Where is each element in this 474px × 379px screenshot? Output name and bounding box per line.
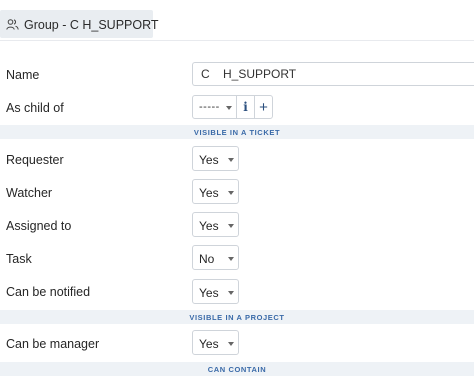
section-visible-in-project: VISIBLE IN A PROJECT	[0, 310, 474, 324]
section-visible-in-ticket: VISIBLE IN A TICKET	[0, 125, 474, 139]
can-be-manager-select[interactable]: Yes	[192, 330, 239, 355]
requester-select[interactable]: Yes	[192, 146, 239, 171]
section-title: VISIBLE IN A PROJECT	[189, 312, 285, 322]
requester-label: Requester	[6, 153, 64, 167]
tab-title: Group - C H_SUPPORT	[24, 18, 159, 32]
select-value: Yes	[199, 219, 219, 233]
header-divider	[0, 40, 474, 41]
can-be-notified-select[interactable]: Yes	[192, 279, 239, 304]
chevron-down-icon	[228, 224, 234, 228]
section-title: VISIBLE IN A TICKET	[193, 127, 281, 137]
can-be-notified-label: Can be notified	[6, 285, 91, 299]
assigned-to-select[interactable]: Yes	[192, 212, 239, 237]
info-icon: i	[243, 100, 248, 114]
watcher-label: Watcher	[6, 186, 53, 200]
users-icon	[6, 18, 19, 31]
chevron-down-icon	[228, 257, 234, 261]
task-select[interactable]: No	[192, 245, 239, 270]
parent-group-select[interactable]: -----	[192, 95, 237, 119]
name-label: Name	[6, 68, 40, 82]
chevron-down-icon	[228, 191, 234, 195]
chevron-down-icon	[228, 158, 234, 162]
select-value: Yes	[199, 153, 219, 167]
child-of-label: As child of	[6, 101, 64, 115]
select-value: No	[199, 252, 215, 266]
chevron-down-icon	[228, 291, 234, 295]
can-be-manager-label: Can be manager	[6, 337, 100, 351]
select-value: Yes	[199, 337, 219, 351]
info-button[interactable]: i	[236, 95, 255, 119]
task-label: Task	[6, 252, 32, 266]
name-input[interactable]	[192, 62, 474, 86]
section-title: CAN CONTAIN	[207, 364, 267, 374]
parent-group-value: -----	[199, 101, 220, 113]
chevron-down-icon	[226, 106, 232, 110]
section-can-contain: CAN CONTAIN	[0, 362, 474, 376]
add-parent-button[interactable]: +	[254, 95, 273, 119]
assigned-to-label: Assigned to	[6, 219, 72, 233]
select-value: Yes	[199, 286, 219, 300]
select-value: Yes	[199, 186, 219, 200]
plus-icon: +	[259, 98, 268, 116]
group-tab[interactable]: Group - C H_SUPPORT	[0, 10, 159, 38]
chevron-down-icon	[228, 342, 234, 346]
watcher-select[interactable]: Yes	[192, 179, 239, 204]
